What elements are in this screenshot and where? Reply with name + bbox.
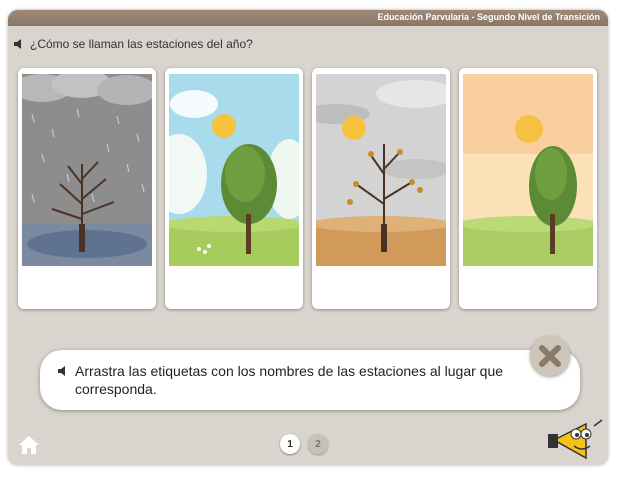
app-frame: Educación Parvularia - Segundo Nivel de …	[8, 10, 608, 465]
instruction-text: Arrastra las etiquetas con los nombres d…	[75, 363, 504, 397]
question-row: ¿Cómo se llaman las estaciones del año?	[14, 36, 253, 52]
speaker-icon[interactable]	[58, 366, 68, 376]
home-icon[interactable]	[18, 434, 40, 456]
speaker-icon[interactable]	[14, 39, 24, 49]
season-card-autumn[interactable]	[312, 68, 450, 309]
season-card-summer[interactable]	[459, 68, 597, 309]
winter-scene-image	[22, 74, 152, 266]
close-button[interactable]	[530, 336, 570, 376]
page-button-2[interactable]: 2	[308, 434, 328, 454]
header-bar: Educación Parvularia - Segundo Nivel de …	[8, 10, 608, 26]
instruction-bubble: Arrastra las etiquetas con los nombres d…	[40, 350, 580, 410]
autumn-scene-image	[316, 74, 446, 266]
header-title: Educación Parvularia - Segundo Nivel de …	[377, 12, 600, 22]
close-icon	[539, 345, 561, 367]
page-button-1[interactable]: 1	[280, 434, 300, 454]
megaphone-mascot-icon	[548, 419, 603, 460]
spring-scene-image	[169, 74, 299, 266]
season-card-spring[interactable]	[165, 68, 303, 309]
pagination: 1 2	[280, 434, 328, 454]
summer-scene-image	[463, 74, 593, 266]
question-text: ¿Cómo se llaman las estaciones del año?	[30, 37, 253, 51]
season-card-winter[interactable]	[18, 68, 156, 309]
